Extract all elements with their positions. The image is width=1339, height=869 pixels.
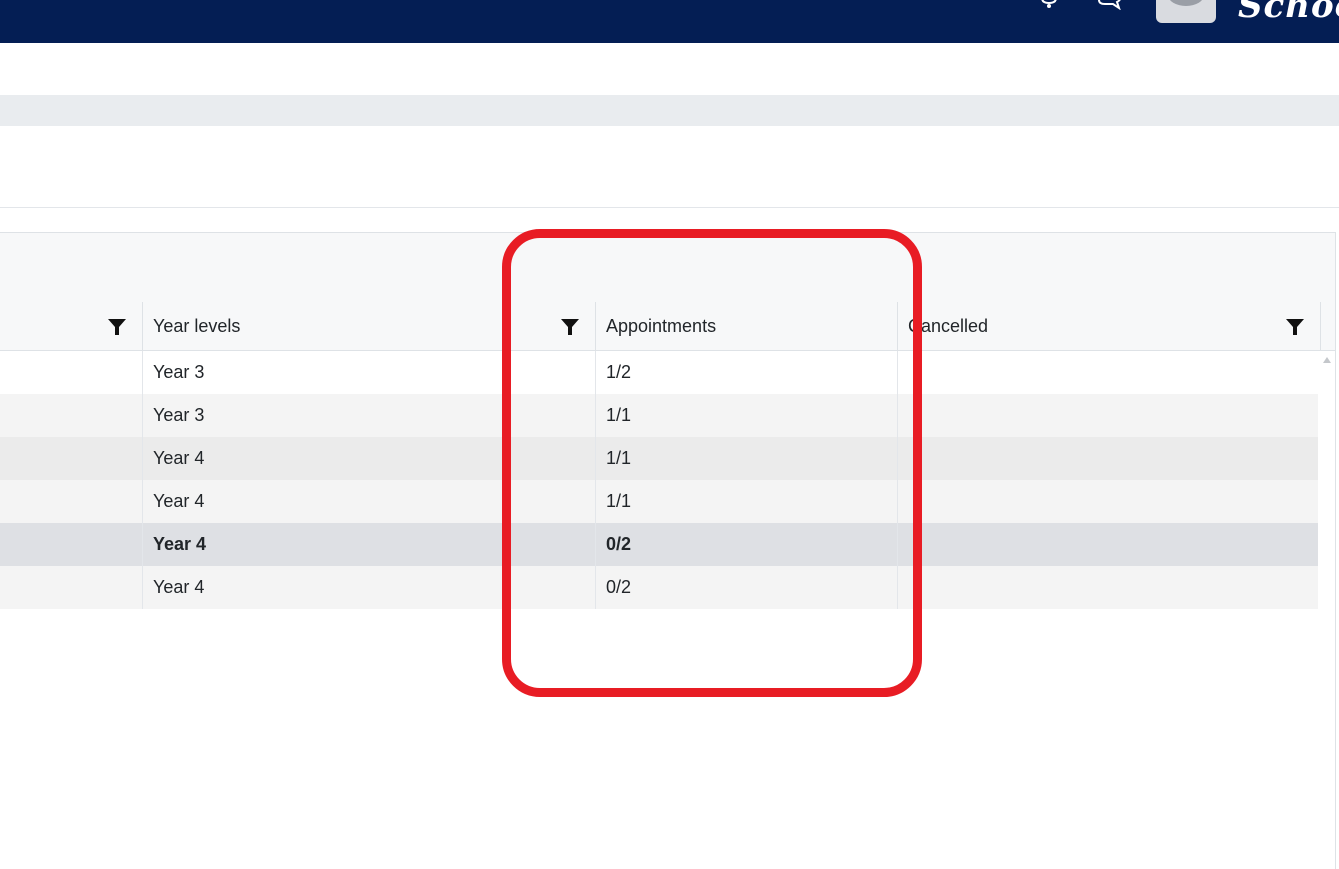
column-header-appointments[interactable]: Appointments — [595, 302, 897, 350]
top-navigation-bar: School — [0, 0, 1339, 43]
cell-first — [0, 351, 142, 394]
cell-year-level: Year 4 — [142, 523, 595, 566]
column-header-spacer — [1320, 302, 1335, 350]
brand-logo[interactable]: School — [1238, 0, 1339, 26]
bell-icon[interactable] — [1036, 0, 1062, 10]
cell-first — [0, 437, 142, 480]
grid-header-row: Year levels Appointments Cancelled — [0, 302, 1335, 351]
cell-appointments: 1/2 — [595, 351, 897, 394]
filter-icon[interactable] — [107, 317, 127, 337]
cell-appointments: 0/2 — [595, 523, 897, 566]
table-row[interactable]: Year 3 1/2 — [0, 351, 1318, 394]
cell-cancelled — [897, 394, 1318, 437]
breadcrumb-bar — [0, 95, 1339, 126]
cell-appointments: 1/1 — [595, 437, 897, 480]
cell-first — [0, 394, 142, 437]
filter-icon[interactable] — [560, 317, 580, 337]
chat-icon[interactable] — [1095, 0, 1125, 10]
cell-first — [0, 566, 142, 609]
grid-body: Year 3 1/2 Year 3 1/1 Year 4 1/1 Year 4 1/1 Year… — [0, 351, 1318, 609]
table-row[interactable]: Year 4 0/2 — [0, 523, 1318, 566]
cell-year-level: Year 4 — [142, 480, 595, 523]
table-row[interactable]: Year 4 1/1 — [0, 437, 1318, 480]
grid-toolbar — [0, 233, 1335, 303]
cell-appointments: 1/1 — [595, 394, 897, 437]
column-header-first[interactable] — [0, 302, 142, 350]
filter-icon[interactable] — [1285, 317, 1305, 337]
column-header-cancelled[interactable]: Cancelled — [897, 302, 1320, 350]
cell-first — [0, 523, 142, 566]
avatar[interactable] — [1156, 0, 1216, 23]
table-row[interactable]: Year 4 1/1 — [0, 480, 1318, 523]
cell-cancelled — [897, 480, 1318, 523]
cell-cancelled — [897, 351, 1318, 394]
table-row[interactable]: Year 3 1/1 — [0, 394, 1318, 437]
cell-year-level: Year 4 — [142, 437, 595, 480]
avatar-icon — [1168, 0, 1204, 6]
cell-year-level: Year 4 — [142, 566, 595, 609]
section-divider — [0, 207, 1339, 208]
cell-first — [0, 480, 142, 523]
cell-year-level: Year 3 — [142, 394, 595, 437]
cell-appointments: 1/1 — [595, 480, 897, 523]
data-grid: Year levels Appointments Cancelled Year … — [0, 232, 1336, 869]
cell-cancelled — [897, 437, 1318, 480]
cell-cancelled — [897, 523, 1318, 566]
table-row[interactable]: Year 4 0/2 — [0, 566, 1318, 609]
cell-cancelled — [897, 566, 1318, 609]
scroll-up-arrow-icon[interactable] — [1322, 356, 1332, 364]
column-header-year-levels[interactable]: Year levels — [142, 302, 595, 350]
cell-appointments: 0/2 — [595, 566, 897, 609]
cell-year-level: Year 3 — [142, 351, 595, 394]
